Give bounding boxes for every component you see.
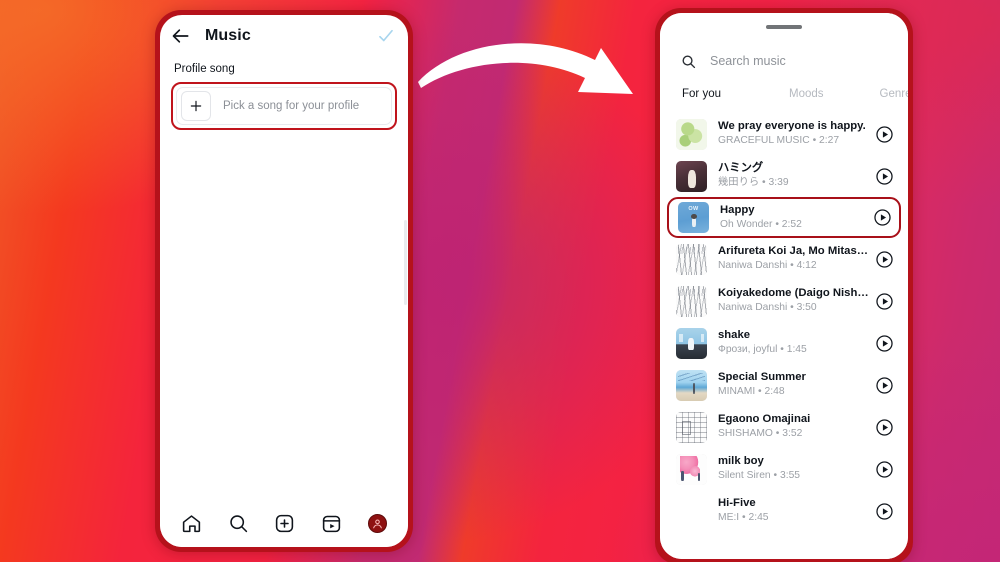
album-art-thumbnail	[676, 327, 707, 359]
song-meta: ハミング幾田りら • 3:39	[718, 161, 869, 191]
song-artist-duration: MINAMI • 2:48	[718, 386, 785, 398]
curved-arrow-right-icon	[418, 43, 633, 94]
song-title: We pray everyone is happy.	[718, 120, 866, 133]
song-title: shake	[718, 329, 751, 342]
song-title: Koiyakedome (Daigo Nishihata/Ry...	[718, 287, 869, 300]
song-meta: shake Фрози, joyful • 1:45	[718, 328, 869, 358]
song-title: Special Summer	[718, 371, 806, 384]
song-artist-duration: Naniwa Danshi • 4:12	[718, 260, 817, 272]
search-input[interactable]: Search music	[710, 54, 786, 68]
song-title: ハミング	[718, 162, 764, 175]
album-art-thumbnail	[676, 160, 707, 192]
play-circle-icon[interactable]	[873, 208, 892, 227]
play-circle-icon[interactable]	[875, 502, 894, 521]
play-circle-icon[interactable]	[875, 125, 894, 144]
play-circle-icon[interactable]	[875, 418, 894, 437]
play-circle-icon[interactable]	[875, 376, 894, 395]
song-meta: Egaono Omajinai SHISHAMO • 3:52	[718, 412, 869, 442]
search-bar[interactable]: Search music	[660, 44, 908, 78]
song-row[interactable]: Special Summer MINAMI • 2:48	[660, 364, 908, 406]
song-list: We pray everyone is happy. GRACEFUL MUSIC…	[660, 108, 908, 532]
song-title: Arifureta Koi Ja, Mo Mitasarenai	[718, 245, 869, 258]
profile-song-label: Profile song	[174, 63, 235, 75]
song-row[interactable]: Arifureta Koi Ja, Mo Mitasarenai Naniwa D…	[660, 238, 908, 280]
reels-icon[interactable]	[321, 513, 342, 534]
right-phone-frame: Search music For you Moods Genres We pra…	[655, 8, 913, 562]
profile-avatar-icon[interactable]	[368, 513, 388, 533]
song-row[interactable]: We pray everyone is happy. GRACEFUL MUSIC…	[660, 113, 908, 155]
search-icon[interactable]	[228, 513, 249, 534]
song-artist-duration: Silent Siren • 3:55	[718, 470, 801, 482]
add-post-icon[interactable]	[274, 513, 295, 534]
song-artist-duration: GRACEFUL MUSIC • 2:27	[718, 135, 840, 147]
album-art-thumbnail	[676, 453, 707, 485]
play-circle-icon[interactable]	[875, 167, 894, 186]
song-meta: milk boy Silent Siren • 3:55	[718, 454, 869, 484]
pick-song-highlight: Pick a song for your profile	[171, 82, 397, 130]
play-circle-icon[interactable]	[875, 334, 894, 353]
song-meta: Hi-Five ME:I • 2:45	[718, 496, 869, 526]
tab-moods[interactable]: Moods	[789, 88, 824, 100]
song-artist-duration: Oh Wonder • 2:52	[720, 218, 802, 230]
song-row[interactable]: milk boy Silent Siren • 3:55	[660, 448, 908, 490]
song-artist-duration: Naniwa Danshi • 3:50	[718, 302, 817, 314]
song-artist-duration: SHISHAMO • 3:52	[718, 428, 803, 440]
page-title: Music	[205, 27, 251, 44]
song-meta: Special Summer MINAMI • 2:48	[718, 370, 869, 400]
drag-handle[interactable]	[766, 25, 802, 29]
song-artist-duration: Фрози, joyful • 1:45	[718, 344, 807, 356]
checkmark-icon[interactable]	[377, 27, 395, 45]
song-meta: We pray everyone is happy. GRACEFUL MUSIC…	[718, 119, 869, 149]
song-meta: Arifureta Koi Ja, Mo Mitasarenai Naniwa D…	[718, 244, 869, 274]
song-row[interactable]: Hi-Five ME:I • 2:45	[660, 490, 908, 532]
left-phone-screen: Music Profile song Pick a song for your …	[160, 15, 408, 547]
album-art-thumbnail	[676, 285, 707, 317]
music-screen-header: Music	[160, 15, 408, 57]
song-title: Egaono Omajinai	[718, 413, 811, 426]
bottom-navigation-bar	[160, 503, 408, 547]
album-art-thumbnail	[676, 411, 707, 443]
play-circle-icon[interactable]	[875, 250, 894, 269]
pick-song-button[interactable]: Pick a song for your profile	[176, 87, 392, 125]
song-title: milk boy	[718, 455, 764, 468]
song-row-selected[interactable]: OW Happy Oh Wonder • 2:52	[667, 197, 901, 238]
home-icon[interactable]	[181, 513, 202, 534]
left-phone-frame: Music Profile song Pick a song for your …	[155, 10, 413, 552]
tab-for-you[interactable]: For you	[682, 88, 721, 100]
tab-genres[interactable]: Genres	[880, 88, 908, 100]
album-art-thumbnail	[676, 243, 707, 275]
song-row[interactable]: shake Фрози, joyful • 1:45	[660, 322, 908, 364]
back-arrow-icon[interactable]	[171, 26, 191, 46]
song-row[interactable]: Egaono Omajinai SHISHAMO • 3:52	[660, 406, 908, 448]
search-icon	[682, 55, 696, 68]
song-meta: Happy Oh Wonder • 2:52	[720, 203, 867, 233]
play-circle-icon[interactable]	[875, 292, 894, 311]
song-artist-duration: 幾田りら • 3:39	[718, 177, 789, 189]
album-art-thumbnail: OW	[678, 202, 709, 233]
right-phone-screen: Search music For you Moods Genres We pra…	[660, 13, 908, 559]
song-row[interactable]: ハミング幾田りら • 3:39	[660, 155, 908, 197]
pick-song-placeholder: Pick a song for your profile	[223, 100, 360, 112]
song-title: Hi-Five	[718, 497, 756, 510]
song-row[interactable]: Koiyakedome (Daigo Nishihata/Ry... Naniwa…	[660, 280, 908, 322]
song-title: Happy	[720, 203, 755, 216]
song-meta: Koiyakedome (Daigo Nishihata/Ry... Naniwa…	[718, 286, 869, 316]
album-art-thumbnail	[676, 369, 707, 401]
music-picker-sheet: Search music For you Moods Genres We pra…	[660, 13, 908, 559]
play-circle-icon[interactable]	[875, 460, 894, 479]
category-tabs: For you Moods Genres	[660, 80, 908, 108]
song-artist-duration: ME:I • 2:45	[718, 512, 769, 524]
album-art-thumbnail	[676, 118, 707, 150]
scrollbar[interactable]	[404, 220, 407, 305]
plus-icon[interactable]	[181, 91, 211, 121]
